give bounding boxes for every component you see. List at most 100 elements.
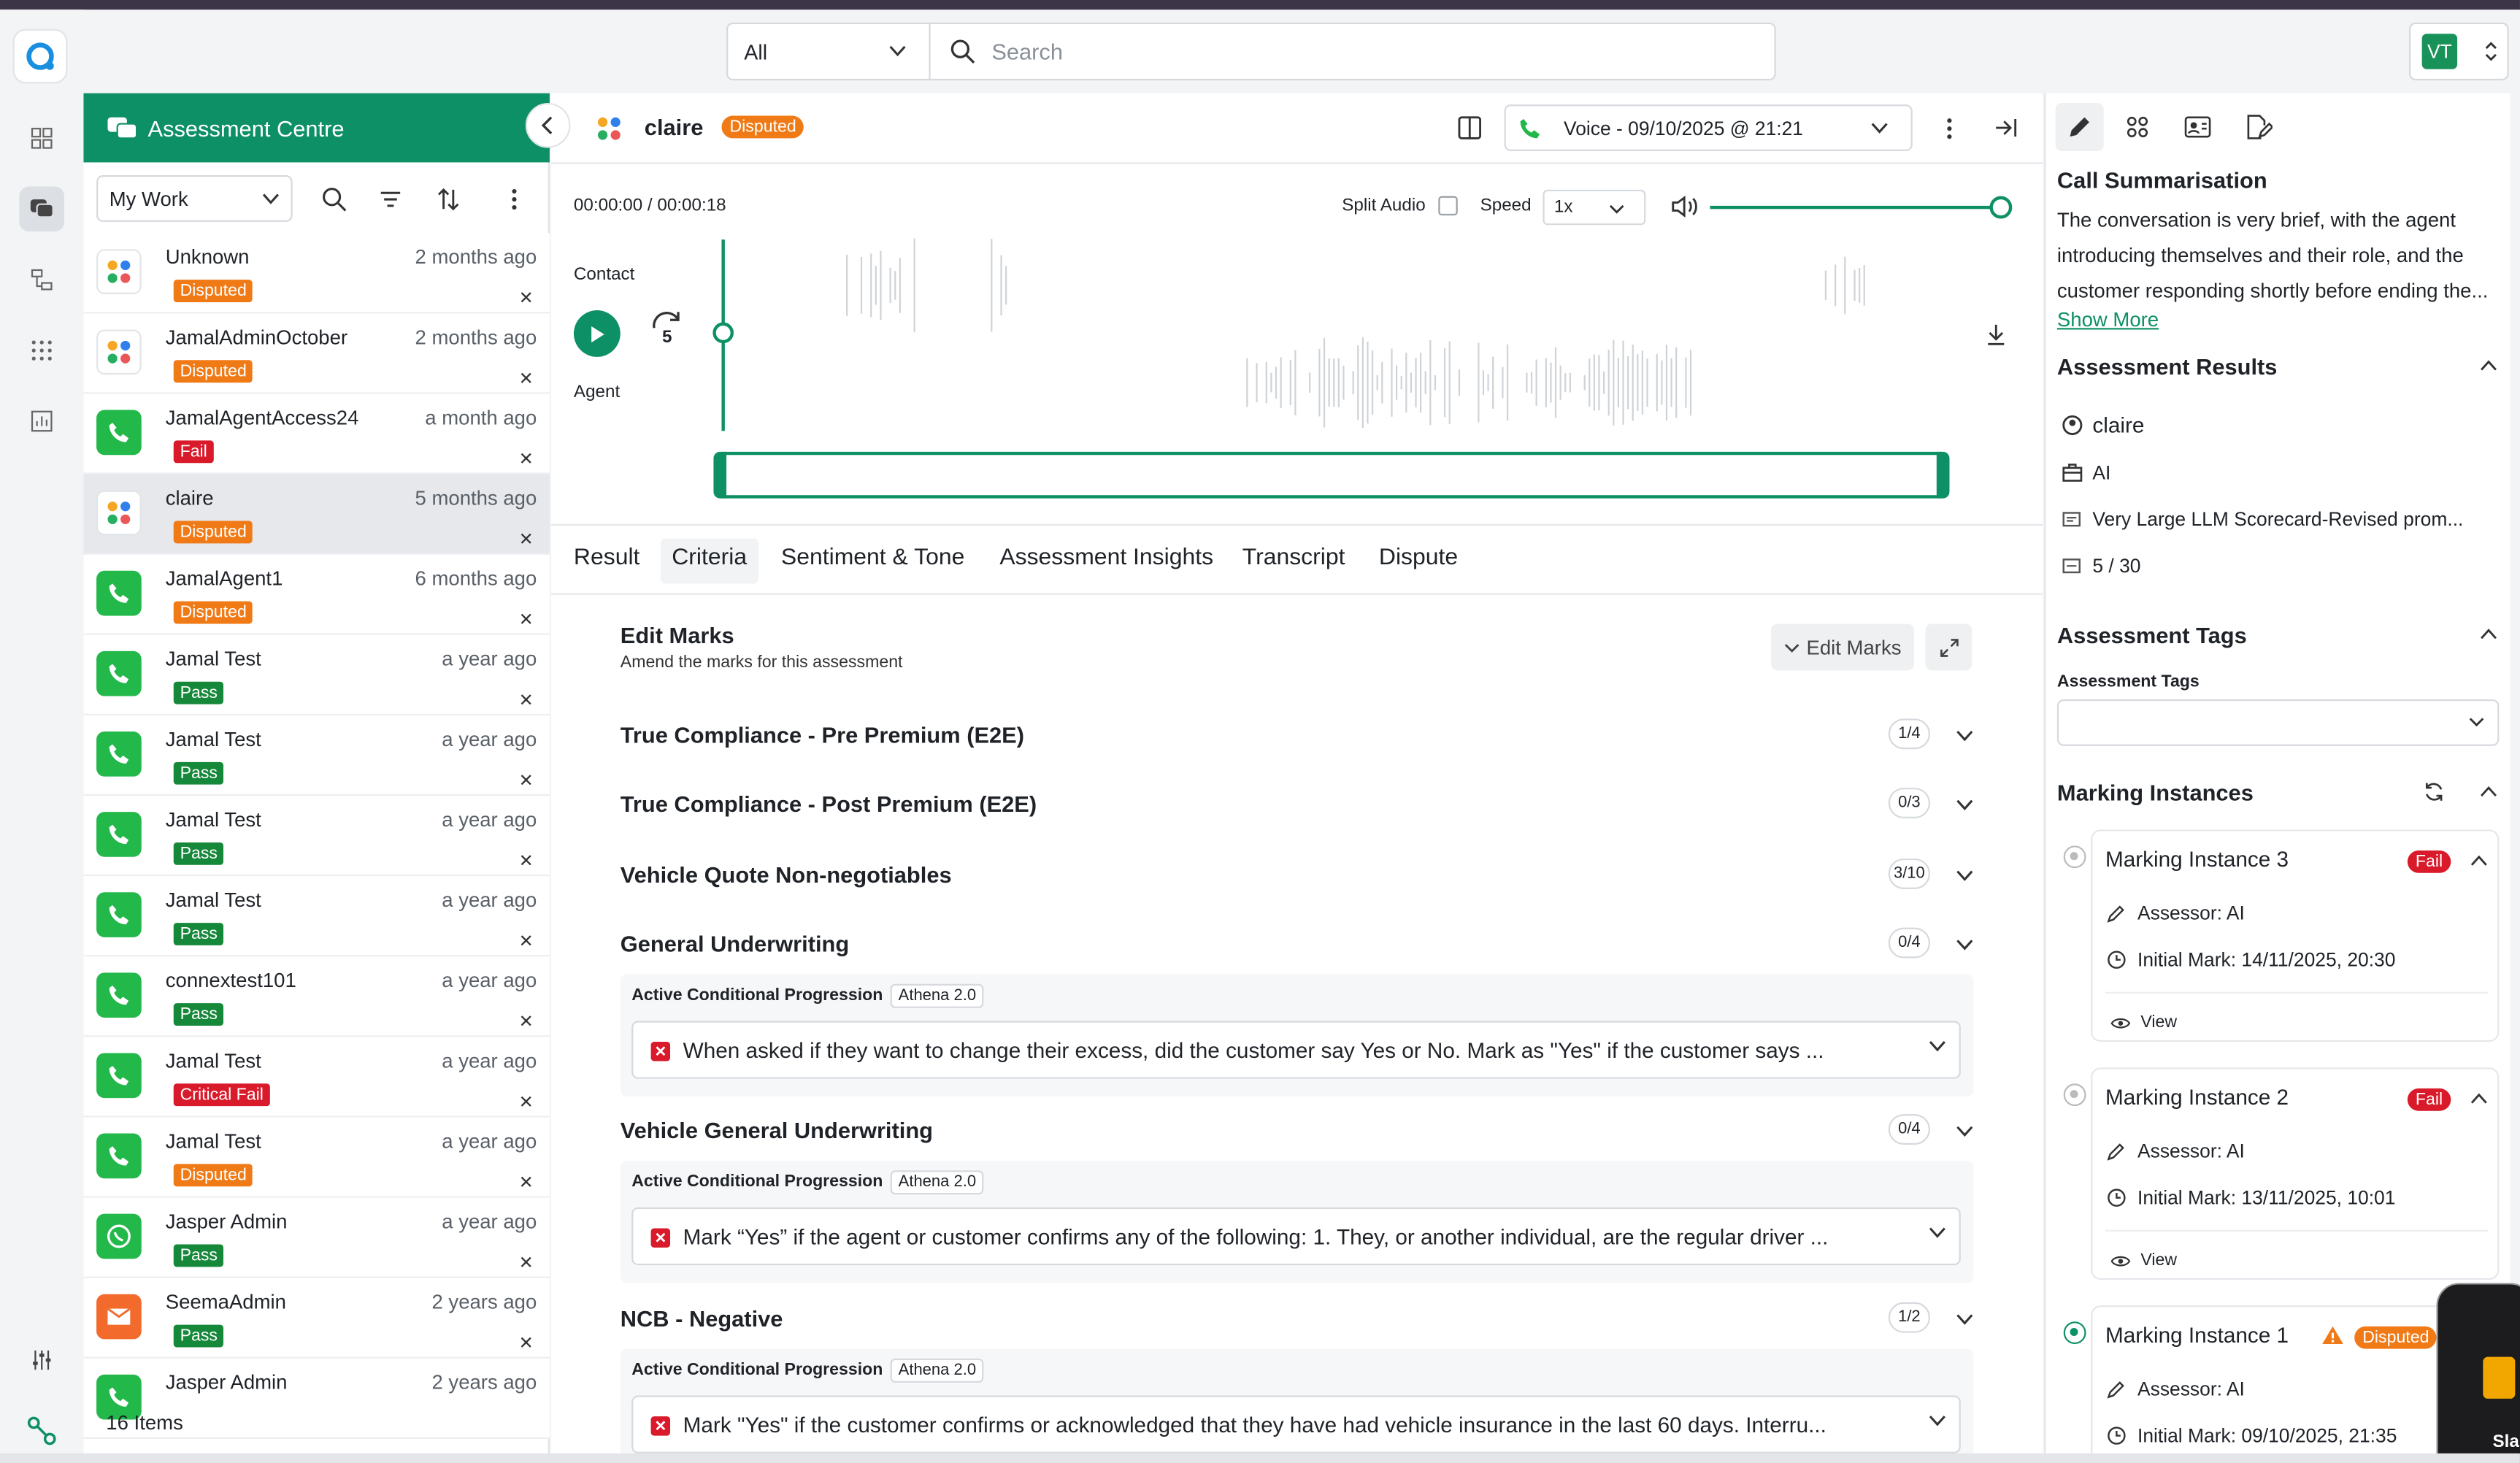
audio-minimap[interactable] [713,451,1950,499]
volume-slider[interactable] [1710,205,2000,210]
marking-instance-card[interactable]: Marking Instance 3 Fail Assessor: AI Ini… [2091,829,2500,1042]
chevron-down-icon [889,45,906,57]
close-icon[interactable]: ✕ [519,288,534,308]
tab-criteria[interactable]: Criteria [660,538,758,584]
instance-radio[interactable] [2063,845,2086,869]
criterion-row[interactable]: ✕ Mark "Yes" if the customer confirms or … [631,1395,1961,1454]
close-icon[interactable]: ✕ [519,770,534,791]
close-icon[interactable]: ✕ [519,931,534,951]
list-item[interactable]: JamalAdminOctober 2 months ago Disputed ✕ [83,313,550,394]
work-filter-select[interactable]: My Work [96,175,293,222]
settings-sliders-icon[interactable] [19,1337,64,1383]
list-item[interactable]: connextest101 a year ago Pass ✕ [83,956,550,1037]
refresh-icon[interactable] [2424,781,2445,802]
tags-select[interactable] [2056,699,2500,746]
more-vertical-icon[interactable] [1940,116,1959,142]
list-item[interactable]: JamalAgentAccess24 a month ago Fail ✕ [83,393,550,475]
list-item-name: JamalAgent1 [165,567,283,591]
criterion-row[interactable]: ✕ Mark “Yes” if the agent or customer con… [631,1207,1961,1266]
close-icon[interactable]: ✕ [519,448,534,469]
chevron-up-icon[interactable] [2480,360,2497,371]
chevron-up-icon[interactable] [2480,786,2497,797]
close-icon[interactable]: ✕ [519,690,534,710]
list-item[interactable]: Jamal Test a year ago Critical Fail ✕ [83,1037,550,1118]
chevron-down-icon[interactable] [1956,1126,1973,1137]
app-logo[interactable] [12,28,68,84]
bottom-scrollbar[interactable] [0,1453,2520,1463]
criterion-row[interactable]: ✕ When asked if they want to change their… [631,1021,1961,1079]
close-icon[interactable]: ✕ [519,850,534,871]
assessment-chat-icon[interactable] [19,186,65,232]
marking-instance-card[interactable]: Marking Instance 2 Fail Assessor: AI Ini… [2091,1067,2500,1280]
instance-radio-selected[interactable] [2063,1321,2086,1345]
list-item[interactable]: Jamal Test a year ago Pass ✕ [83,796,550,877]
show-more-link[interactable]: Show More [2057,309,2159,331]
global-search-input[interactable]: Search [929,22,1776,81]
list-item[interactable]: Jamal Test a year ago Pass ✕ [83,876,550,957]
more-vertical-icon[interactable] [502,186,527,212]
document-edit-icon[interactable] [2245,114,2273,139]
volume-handle[interactable] [1989,196,2013,219]
view-link[interactable]: View [2140,1251,2177,1270]
recording-select[interactable]: Voice - 09/10/2025 @ 21:21 [1504,104,1913,152]
close-icon[interactable]: ✕ [519,1253,534,1273]
reports-icon[interactable] [19,399,64,444]
apps-icon[interactable] [2127,116,2149,139]
search-scope-select[interactable]: All [726,22,931,81]
list-item[interactable]: Jasper Admin a year ago Pass ✕ [83,1197,550,1278]
floating-app-widget[interactable]: Sla [2436,1283,2520,1463]
download-icon[interactable] [1986,323,2005,346]
list-item[interactable]: Jamal Test a year ago Disputed ✕ [83,1117,550,1198]
chevron-down-icon[interactable] [1956,869,1973,881]
fullscreen-button[interactable] [1925,623,1972,671]
close-icon[interactable]: ✕ [519,1091,534,1112]
split-audio-checkbox[interactable] [1438,196,1458,216]
integration-icon[interactable] [19,1408,64,1454]
close-icon[interactable]: ✕ [519,1011,534,1032]
chevron-down-icon[interactable] [1956,939,1973,951]
skip-forward-button[interactable]: 5 [649,310,688,352]
chevron-up-icon[interactable] [2470,1093,2488,1104]
close-icon[interactable]: ✕ [519,1172,534,1193]
user-menu[interactable]: VT [2409,22,2509,81]
list-item[interactable]: SeemaAdmin 2 years ago Pass ✕ [83,1278,550,1359]
instance-radio[interactable] [2063,1083,2086,1107]
tab-dispute[interactable]: Dispute [1367,539,1469,584]
filter-icon[interactable] [377,186,403,212]
list-item[interactable]: JamalAgent1 6 months ago Disputed ✕ [83,554,550,635]
apps-grid-icon[interactable] [19,328,64,373]
view-link[interactable]: View [2140,1013,2177,1032]
expand-right-icon[interactable] [1994,118,2017,139]
waveform[interactable] [712,235,1997,434]
list-item[interactable]: Jamal Test a year ago Pass ✕ [83,715,550,796]
list-item[interactable]: claire 5 months ago Disputed ✕ [83,474,550,555]
close-icon[interactable]: ✕ [519,1333,534,1353]
edit-marks-button[interactable]: Edit Marks [1771,623,1914,671]
chevron-down-icon[interactable] [1956,1313,1973,1325]
close-icon[interactable]: ✕ [519,529,534,550]
assessment-side-panel: Call Summarisation The conversation is v… [2044,93,2511,1463]
tab-sentiment-tone[interactable]: Sentiment & Tone [770,539,976,584]
chevron-down-icon[interactable] [1956,799,1973,810]
tab-result[interactable]: Result [563,539,651,584]
edit-tab-button[interactable] [2055,102,2104,152]
workflow-icon[interactable] [19,257,64,302]
play-button[interactable] [573,310,621,357]
tab-assessment-insights[interactable]: Assessment Insights [988,539,1225,584]
dashboard-icon[interactable] [19,116,64,161]
sort-icon[interactable] [436,186,461,212]
list-item[interactable]: Unknown 2 months ago Disputed ✕ [83,233,550,314]
close-icon[interactable]: ✕ [519,368,534,389]
contact-card-icon[interactable] [2184,116,2211,139]
split-view-icon[interactable] [1458,116,1482,140]
speed-select[interactable]: 1x [1543,189,1646,226]
chevron-up-icon[interactable] [2470,855,2488,867]
collapse-panel-button[interactable] [525,102,571,148]
chevron-down-icon[interactable] [1956,730,1973,742]
close-icon[interactable]: ✕ [519,610,534,630]
tab-transcript[interactable]: Transcript [1231,539,1356,584]
chevron-up-icon[interactable] [2480,629,2497,640]
list-item[interactable]: Jamal Test a year ago Pass ✕ [83,634,550,715]
volume-icon[interactable] [1672,194,1699,218]
search-icon[interactable] [321,186,347,212]
